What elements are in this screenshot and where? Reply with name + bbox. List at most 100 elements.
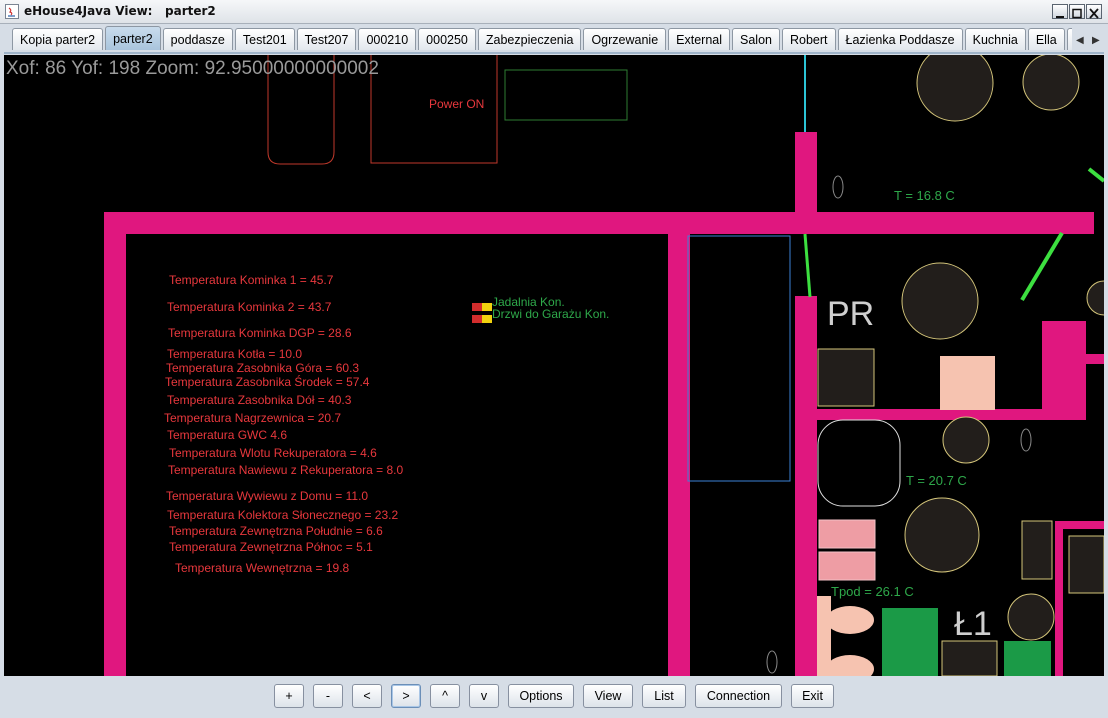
lamp-circle [901,262,979,340]
wall-right-lower-side [1055,521,1063,676]
zoom-out-button[interactable]: - [313,684,343,708]
small-ellipse [832,175,844,199]
temperature-reading: Temperatura Nagrzewnica = 20.7 [164,411,342,425]
device-status-icon[interactable] [472,308,492,323]
tab-robert[interactable]: Robert [782,28,836,50]
green-outline-box [504,69,628,121]
temperature-reading: Temperatura Kotła = 10.0 [167,347,303,361]
java-app-icon [5,4,19,19]
temperature-reading: Temperatura Kominka 1 = 45.7 [169,273,334,287]
lamp-circle [904,497,980,573]
tab-baseline [4,52,1104,54]
maximize-icon [1072,8,1082,19]
temperature-reading: Temperatura Zewnętrzna Południe = 6.6 [169,524,383,538]
pan-down-button[interactable]: v [469,684,499,708]
tab-000210[interactable]: 000210 [358,28,417,50]
temperature-reading: Temperatura Kominka DGP = 28.6 [168,326,352,340]
room-temperature: T = 20.7 C [906,473,967,488]
coords-readout: Xof: 86 Yof: 198 Zoom: 92.95000000000002 [6,58,379,79]
peach-square [940,356,995,410]
lamp-circle [942,416,990,464]
wall-horizontal-mid [817,409,1045,420]
temperature-reading: Temperatura Zewnętrzna Północ = 5.1 [169,540,373,554]
close-button[interactable] [1086,4,1102,19]
tab-external[interactable]: External [668,28,731,50]
title-bar: eHouse4Java View: parter2 [0,0,1108,24]
lamp-circle [1022,55,1080,111]
pan-left-button[interactable]: < [352,684,382,708]
temperature-reading: Temperatura Wlotu Rekuperatora = 4.6 [169,446,377,460]
tab-zabezpieczenia[interactable]: Zabezpieczenia [477,28,582,50]
peach-ellipse-2 [826,655,874,676]
green-block-2 [1004,641,1051,676]
power-label: Power ON [429,97,485,111]
wall-horizontal-top [104,212,1094,234]
tab-scroll-left-icon[interactable]: ◀ [1076,35,1084,46]
zoom-in-button[interactable]: + [274,684,304,708]
temperature-reading: Temperatura Wywiewu z Domu = 11.0 [166,489,369,503]
close-icon [1089,8,1099,19]
room-temperature: T = 16.8 C [894,188,955,203]
small-ellipse [766,650,778,674]
view-button[interactable]: View [583,684,633,708]
small-ellipse [1020,428,1032,452]
window-title: eHouse4Java View: parter2 [24,4,216,18]
wall-right-block [1042,321,1086,420]
temperature-reading: Temperatura Wewnętrzna = 19.8 [175,561,350,575]
peach-ellipse-1 [826,606,874,634]
lamp-circle [916,55,994,122]
connection-button[interactable]: Connection [695,684,782,708]
dark-rect [1068,535,1104,594]
tab-ogrzewanie[interactable]: Ogrzewanie [583,28,667,50]
device-label[interactable]: Drzwi do Garażu Kon. [492,307,609,321]
wall-upper-stub [795,132,817,234]
blue-outline-box [687,235,791,482]
temperature-reading: Temperatura Kominka 2 = 43.7 [167,300,332,314]
wall-left [104,212,126,676]
tab-kuchnia[interactable]: Kuchnia [964,28,1026,50]
device-status-icon[interactable] [472,296,492,311]
wall-right-vertical [795,296,817,676]
tab-poddasze[interactable]: poddasze [162,28,233,50]
options-button[interactable]: Options [508,684,574,708]
tab-test201[interactable]: Test201 [234,28,295,50]
tab-test207[interactable]: Test207 [296,28,357,50]
tab-000250[interactable]: 000250 [418,28,476,50]
green-line-3 [1087,167,1104,183]
temperature-reading: Temperatura Zasobnika Środek = 57.4 [165,375,370,389]
temperature-reading: Temperatura Zasobnika Góra = 60.3 [166,361,360,375]
tab--azienka-poddasze[interactable]: Łazienka Poddasze [837,28,963,50]
minimize-button[interactable] [1052,4,1068,19]
room-label: Ł1 [954,605,992,643]
white-rounded-shape [817,419,901,507]
tabs-row: Kopia parter2 parter2 poddasze Test201 Test2… [12,26,1072,52]
tab-scroll-right-icon[interactable]: ▶ [1092,35,1100,46]
lamp-circle [1086,280,1104,316]
green-line-1 [803,233,812,298]
tab-parter2[interactable]: parter2 [105,26,161,50]
tab-salon[interactable]: Salon [732,28,780,50]
dark-rect [1021,520,1053,580]
temperature-reading: Temperatura Zasobnika Dół = 40.3 [167,393,352,407]
tab--azie[interactable]: Łazie [1066,28,1072,50]
green-block-1 [882,608,938,676]
temperature-reading: Temperatura Nawiewu z Rekuperatora = 8.0 [168,463,404,477]
maximize-button[interactable] [1069,4,1085,19]
pan-up-button[interactable]: ^ [430,684,460,708]
green-line-2 [1020,231,1064,302]
pink-rect-1 [818,519,876,549]
floor-plan-canvas[interactable]: Xof: 86 Yof: 198 Zoom: 92.95000000000002… [4,55,1104,676]
tab-kopia-parter2[interactable]: Kopia parter2 [12,28,104,50]
bottom-toolbar: + - < > ^ v Options View List Connection… [0,676,1108,718]
pan-right-button[interactable]: > [391,684,421,708]
dark-rect-bottom [941,640,998,676]
dark-square [817,348,875,407]
tab-ella[interactable]: Ella [1027,28,1065,50]
pink-rect-2 [818,551,876,581]
temperature-reading: Temperatura GWC 4.6 [167,428,288,442]
wall-right-stub [1086,354,1104,364]
room-temperature: Tpod = 26.1 C [831,584,914,599]
tab-strip: Kopia parter2 parter2 poddasze Test201 Test2… [0,24,1108,54]
list-button[interactable]: List [642,684,686,708]
exit-button[interactable]: Exit [791,684,834,708]
